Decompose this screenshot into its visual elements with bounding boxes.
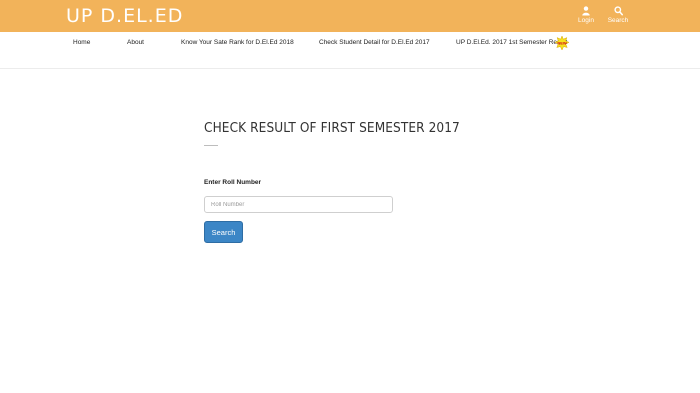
main-navigation: Home About Know Your Sate Rank for D.El.… — [0, 32, 700, 69]
page-title: CHECK RESULT OF FIRST SEMESTER 2017 — [204, 120, 460, 136]
new-badge-label: NEW — [557, 41, 567, 46]
search-toggle-button[interactable]: Search — [603, 6, 633, 25]
top-header-bar: UP D.EL.ED Login Search — [0, 0, 700, 32]
nav-item-semester-result[interactable]: UP D.El.Ed. 2017 1st Semester Result — [456, 39, 567, 46]
nav-item-about[interactable]: About — [127, 39, 144, 46]
search-submit-button[interactable]: Search — [204, 221, 243, 243]
search-label: Search — [607, 17, 629, 24]
roll-number-label: Enter Roll Number — [204, 179, 262, 186]
login-button[interactable]: Login — [571, 6, 601, 25]
nav-item-home[interactable]: Home — [73, 39, 90, 46]
site-brand-logo[interactable]: UP D.EL.ED — [66, 4, 183, 28]
user-icon — [571, 6, 601, 16]
roll-number-input[interactable] — [204, 196, 393, 213]
nav-item-state-rank[interactable]: Know Your Sate Rank for D.El.Ed 2018 — [181, 39, 294, 46]
title-divider — [204, 145, 218, 146]
search-icon — [603, 6, 633, 16]
login-label: Login — [578, 17, 594, 24]
nav-item-student-detail[interactable]: Check Student Detail for D.El.Ed 2017 — [319, 39, 430, 46]
new-starburst-icon: NEW — [554, 35, 570, 51]
